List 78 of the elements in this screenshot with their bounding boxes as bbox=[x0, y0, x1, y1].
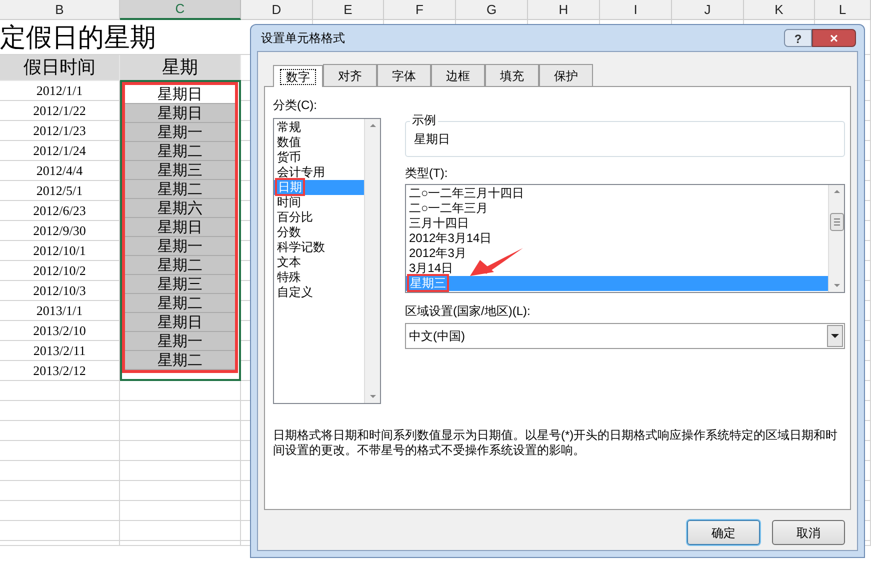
table-cell[interactable]: 星期日 bbox=[125, 218, 235, 237]
table-cell: 2012/6/23 bbox=[0, 201, 120, 221]
close-button[interactable]: × bbox=[812, 29, 856, 47]
column-header[interactable]: K bbox=[744, 0, 815, 20]
table-cell: 2012/1/24 bbox=[0, 141, 120, 161]
field-label: 区域设置(国家/地区)(L): bbox=[405, 303, 530, 319]
table-cell[interactable]: 星期二 bbox=[125, 142, 235, 161]
list-item[interactable]: 分数 bbox=[274, 225, 364, 240]
list-item[interactable]: 文本 bbox=[274, 255, 364, 270]
table-cell: 2012/5/1 bbox=[0, 181, 120, 201]
table-cell: 2013/2/12 bbox=[0, 361, 120, 381]
field-label: 分类(C): bbox=[273, 97, 318, 113]
table-header: 假日时间 bbox=[0, 55, 120, 81]
table-header: 星期 bbox=[120, 55, 241, 81]
list-item[interactable]: 货币 bbox=[274, 150, 364, 165]
table-cell: 2012/1/1 bbox=[0, 81, 120, 101]
help-button[interactable]: ? bbox=[784, 29, 812, 47]
list-item[interactable]: 常规 bbox=[274, 120, 364, 135]
column-header[interactable]: L bbox=[815, 0, 871, 20]
list-item[interactable]: 三月十四日 bbox=[406, 216, 828, 231]
list-item[interactable]: 特殊 bbox=[274, 270, 364, 285]
table-cell[interactable]: 星期三 bbox=[125, 275, 235, 294]
table-cell[interactable]: 星期二 bbox=[125, 180, 235, 199]
table-cell: 2012/1/23 bbox=[0, 121, 120, 141]
table-cell: 2012/9/30 bbox=[0, 221, 120, 241]
list-item[interactable]: 3月14日 bbox=[406, 261, 828, 276]
list-item[interactable]: 自定义 bbox=[274, 285, 364, 300]
tab[interactable]: 数字 bbox=[273, 65, 323, 87]
table-cell[interactable]: 星期日 bbox=[125, 313, 235, 332]
list-item[interactable]: 百分比 bbox=[274, 210, 364, 225]
table-cell: 2013/1/1 bbox=[0, 301, 120, 321]
list-item[interactable]: 二○一二年三月十四日 bbox=[406, 186, 828, 201]
dialog-button[interactable]: 取消 bbox=[772, 520, 845, 545]
table-cell: 2012/1/22 bbox=[0, 101, 120, 121]
column-header[interactable]: F bbox=[384, 0, 456, 20]
column-header[interactable]: C bbox=[120, 0, 241, 20]
table-cell[interactable]: 星期一 bbox=[125, 237, 235, 256]
window-title: 设置单元格格式 bbox=[261, 30, 345, 47]
column-header[interactable]: D bbox=[241, 0, 313, 20]
sample-value: 星期日 bbox=[414, 131, 450, 148]
table-cell: 2012/10/2 bbox=[0, 261, 120, 281]
tab[interactable]: 填充 bbox=[485, 64, 539, 86]
column-header[interactable]: G bbox=[456, 0, 528, 20]
table-cell[interactable]: 星期一 bbox=[125, 123, 235, 142]
column-header[interactable]: I bbox=[600, 0, 672, 20]
table-cell[interactable]: 星期日 bbox=[125, 104, 235, 123]
table-cell: 2012/4/4 bbox=[0, 161, 120, 181]
list-item[interactable]: 科学记数 bbox=[274, 240, 364, 255]
locale-dropdown[interactable]: 中文(中国) bbox=[405, 323, 845, 349]
tab[interactable]: 边框 bbox=[431, 64, 485, 86]
list-item[interactable]: 2012年3月 bbox=[406, 246, 828, 261]
group-label: 示例 bbox=[410, 112, 438, 128]
column-header[interactable]: E bbox=[313, 0, 384, 20]
table-cell[interactable]: 星期日 bbox=[125, 85, 235, 104]
list-item[interactable]: 数值 bbox=[274, 135, 364, 150]
table-cell[interactable]: 星期二 bbox=[125, 351, 235, 370]
description-text: 日期格式将日期和时间系列数值显示为日期值。以星号(*)开头的日期格式响应操作系统特定的区域日期和时间设置的更改。不带星号的格式不受操作系统设置的影响。 bbox=[273, 428, 839, 458]
column-header[interactable]: J bbox=[672, 0, 744, 20]
table-cell: 2012/10/3 bbox=[0, 281, 120, 301]
column-header[interactable]: B bbox=[0, 0, 120, 20]
table-cell[interactable]: 星期二 bbox=[125, 256, 235, 275]
list-item[interactable]: 2012年3月14日 bbox=[406, 231, 828, 246]
tab[interactable]: 保护 bbox=[539, 64, 593, 86]
column-header[interactable]: H bbox=[528, 0, 600, 20]
field-label: 类型(T): bbox=[405, 165, 448, 181]
table-cell[interactable]: 星期六 bbox=[125, 199, 235, 218]
list-item[interactable]: 二○一二年三月 bbox=[406, 201, 828, 216]
table-cell[interactable]: 星期三 bbox=[125, 161, 235, 180]
table-cell[interactable]: 星期二 bbox=[125, 294, 235, 313]
table-cell: 2013/2/10 bbox=[0, 321, 120, 341]
list-item[interactable]: 会计专用 bbox=[274, 165, 364, 180]
dialog-button[interactable]: 确定 bbox=[687, 520, 760, 545]
table-cell: 2012/10/1 bbox=[0, 241, 120, 261]
table-cell: 2013/2/11 bbox=[0, 341, 120, 361]
tab[interactable]: 字体 bbox=[377, 64, 431, 86]
list-item[interactable]: 时间 bbox=[274, 195, 364, 210]
table-cell[interactable]: 星期一 bbox=[125, 332, 235, 351]
tab[interactable]: 对齐 bbox=[323, 64, 377, 86]
